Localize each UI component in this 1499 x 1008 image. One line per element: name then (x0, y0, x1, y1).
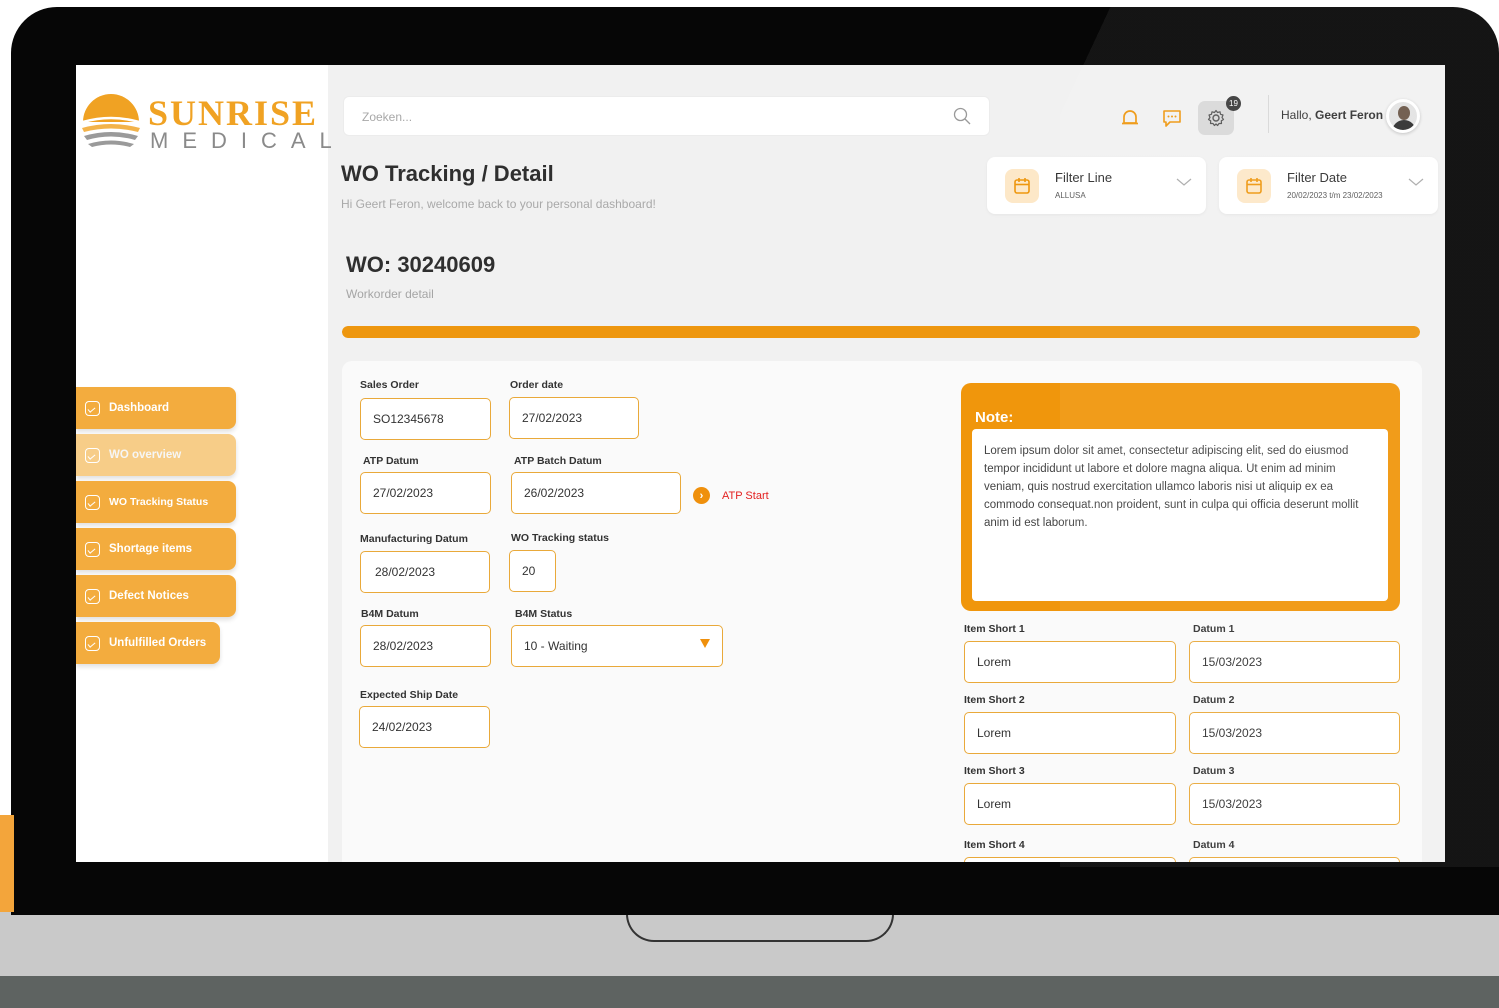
sidebar: SUNRISE MEDICAL Dashboard WO overview WO… (76, 65, 332, 862)
order-date-field[interactable]: 27/02/2023 (509, 397, 639, 439)
item-short-label: Item Short 3 (964, 765, 1025, 777)
note-panel: Note: Lorem ipsum dolor sit amet, consec… (961, 383, 1400, 611)
order-date-label: Order date (510, 379, 564, 391)
item-short-label: Item Short 4 (964, 839, 1025, 851)
search-input[interactable] (362, 108, 922, 126)
expected-ship-date-label: Expected Ship Date (360, 689, 459, 701)
atp-datum-field[interactable]: 27/02/2023 (360, 472, 491, 514)
datum-label: Datum 3 (1193, 765, 1235, 777)
item-short-field[interactable]: Lorem (964, 712, 1176, 754)
sidebar-item-label: WO Tracking Status (109, 496, 209, 508)
laptop-hinge (626, 912, 894, 942)
greeting-prefix: Hallo, (1281, 108, 1316, 122)
page-subtitle: Hi Geert Feron, welcome back to your per… (341, 197, 656, 211)
app-screen: SUNRISE MEDICAL Dashboard WO overview WO… (76, 65, 1445, 862)
chevron-right-icon: › (693, 487, 710, 504)
wo-tracking-status-label: WO Tracking status (511, 532, 610, 544)
floor (0, 976, 1499, 1008)
item-short-field[interactable] (964, 857, 1176, 862)
sidebar-item-label: Shortage items (109, 543, 193, 555)
sidebar-item-label: Defect Notices (109, 590, 189, 602)
item-short-field[interactable]: Lorem (964, 641, 1176, 683)
header-divider (1268, 95, 1269, 133)
workorder-title: WO: 30240609 (346, 252, 496, 277)
sidebar-item-wo-tracking-status[interactable]: WO Tracking Status (76, 481, 236, 523)
item-short-field[interactable]: Lorem (964, 783, 1176, 825)
filter-line-dropdown[interactable]: Filter Line ALLUSA (987, 157, 1206, 214)
expected-ship-date-field[interactable]: 24/02/2023 (359, 706, 490, 748)
sidebar-item-label: Unfulfilled Orders (109, 637, 207, 649)
calendar-icon (1005, 169, 1039, 203)
filter-date-dropdown[interactable]: Filter Date 20/02/2023 t/m 23/02/2023 (1219, 157, 1438, 214)
datum-field[interactable] (1189, 857, 1400, 862)
chart-icon (85, 400, 100, 416)
manufacturing-datum-field[interactable]: 28/02/2023 (360, 551, 490, 593)
datum-field[interactable]: 15/03/2023 (1189, 641, 1400, 683)
chart-icon (85, 447, 100, 463)
sidebar-item-defect-notices[interactable]: Defect Notices (76, 575, 236, 617)
sidebar-item-wo-overview[interactable]: WO overview (76, 434, 236, 476)
filter-value: 20/02/2023 t/m 23/02/2023 (1287, 191, 1383, 200)
manufacturing-datum-label: Manufacturing Datum (360, 533, 468, 545)
sun-logo-icon (82, 94, 140, 147)
b4m-status-select[interactable]: 10 - Waiting (511, 625, 723, 667)
chat-icon[interactable] (1161, 107, 1183, 129)
search-icon[interactable] (953, 107, 971, 125)
sidebar-item-label: WO overview (109, 449, 182, 461)
item-short-label: Item Short 1 (964, 623, 1025, 635)
atp-start-label: ATP Start (722, 489, 769, 502)
sidebar-item-unfulfilled-orders[interactable]: Unfulfilled Orders (76, 622, 220, 664)
b4m-status-label: B4M Status (515, 608, 573, 620)
brand-name-bottom: MEDICAL (150, 128, 346, 153)
avatar[interactable] (1386, 99, 1420, 133)
chevron-down-icon (1408, 178, 1424, 186)
progress-fill (342, 326, 1420, 338)
chart-icon (85, 588, 100, 604)
bell-icon[interactable] (1119, 107, 1141, 129)
item-short-label: Item Short 2 (964, 694, 1025, 706)
datum-label: Datum 1 (1193, 623, 1235, 635)
b4m-status-value: 10 - Waiting (524, 639, 588, 653)
sidebar-nav: Dashboard WO overview WO Tracking Status… (76, 387, 236, 669)
chart-icon (85, 635, 100, 651)
user-greeting: Hallo, Geert Feron (1281, 108, 1383, 122)
filter-title: Filter Line (1055, 170, 1113, 185)
chart-icon (85, 494, 100, 510)
atp-batch-datum-label: ATP Batch Datum (514, 455, 602, 467)
atp-datum-label: ATP Datum (363, 455, 419, 467)
atp-batch-datum-field[interactable]: 26/02/2023 (511, 472, 681, 514)
dropdown-arrow-icon (700, 639, 710, 648)
note-text[interactable]: Lorem ipsum dolor sit amet, consectetur … (972, 429, 1388, 601)
sidebar-item-shortage-items[interactable]: Shortage items (76, 528, 236, 570)
sales-order-label: Sales Order (360, 379, 419, 391)
settings-button[interactable]: 19 (1198, 96, 1241, 135)
sales-order-field[interactable]: SO12345678 (360, 398, 491, 440)
filter-value: ALLUSA (1055, 191, 1086, 200)
calendar-icon (1237, 169, 1271, 203)
user-name: Geert Feron (1315, 108, 1384, 122)
note-title: Note: (975, 409, 1014, 426)
chart-icon (85, 541, 100, 557)
workorder-progress-bar (342, 326, 1420, 338)
b4m-datum-field[interactable]: 28/02/2023 (360, 625, 491, 667)
datum-field[interactable]: 15/03/2023 (1189, 712, 1400, 754)
search-bar (343, 96, 990, 136)
datum-label: Datum 2 (1193, 694, 1235, 706)
decorative-orange-tab (0, 815, 14, 912)
page-title: WO Tracking / Detail (341, 161, 554, 186)
brand-logo: SUNRISE MEDICAL (80, 92, 332, 156)
datum-field[interactable]: 15/03/2023 (1189, 783, 1400, 825)
notification-badge: 19 (1226, 96, 1241, 111)
gear-icon (1207, 109, 1225, 127)
workorder-subtitle: Workorder detail (346, 287, 434, 301)
filter-title: Filter Date (1287, 170, 1347, 185)
datum-label: Datum 4 (1193, 839, 1235, 851)
atp-start-button[interactable]: › ATP Start (693, 487, 769, 504)
chevron-down-icon (1176, 178, 1192, 186)
b4m-datum-label: B4M Datum (361, 608, 419, 620)
sidebar-item-dashboard[interactable]: Dashboard (76, 387, 236, 429)
wo-tracking-status-field[interactable]: 20 (509, 550, 556, 592)
sidebar-item-label: Dashboard (109, 402, 170, 414)
